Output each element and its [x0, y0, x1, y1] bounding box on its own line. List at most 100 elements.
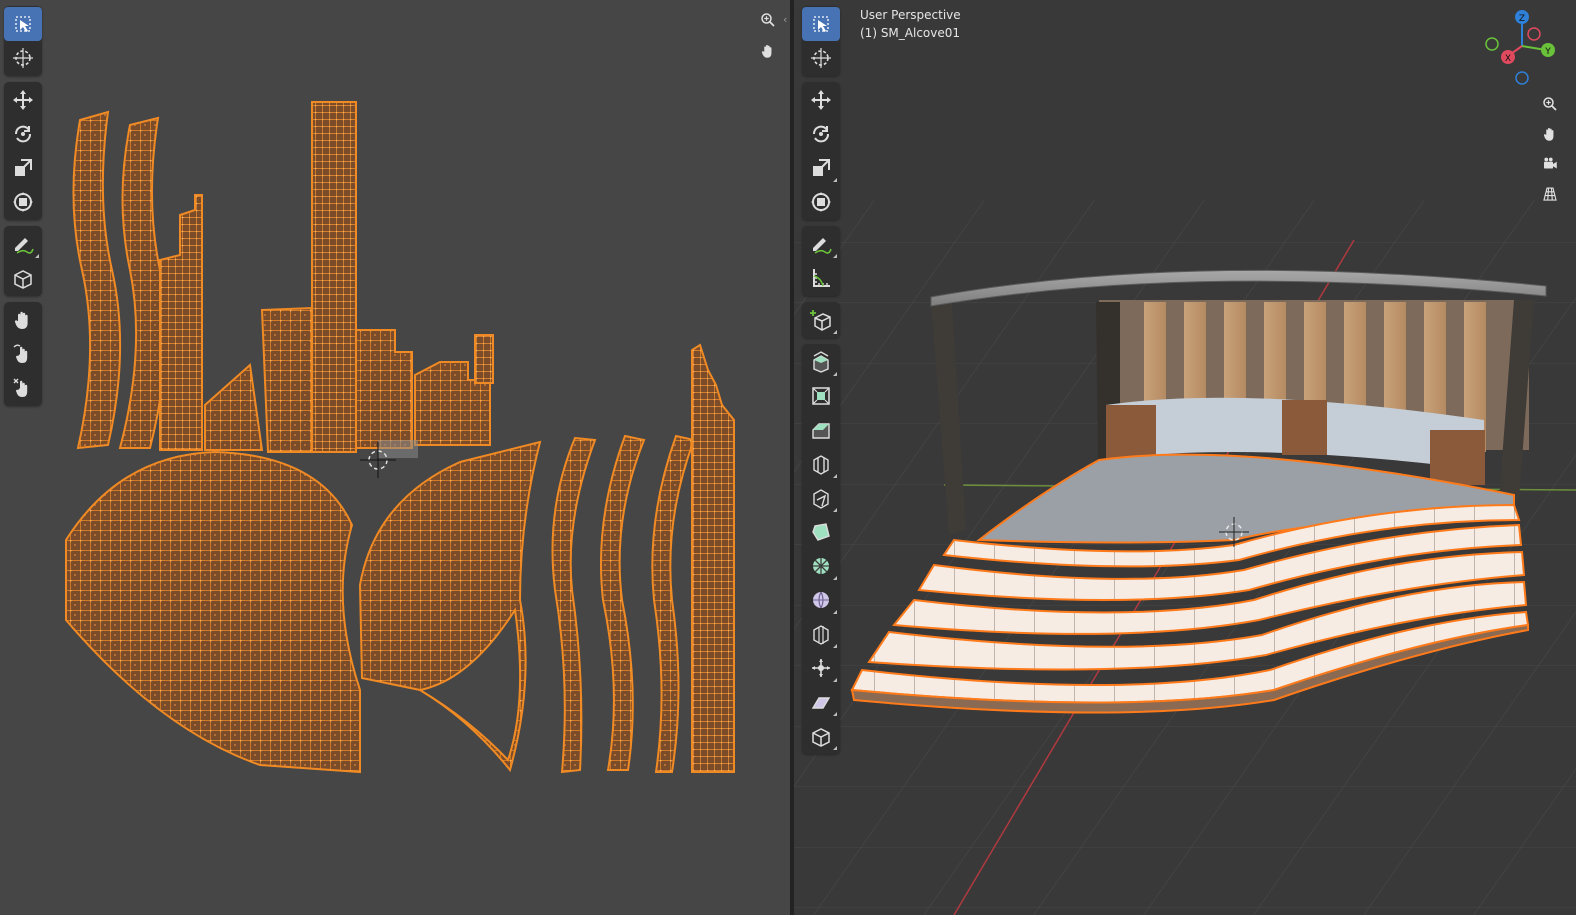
cursor-tool[interactable] — [802, 41, 840, 75]
more-tools-indicator — [833, 644, 837, 648]
relax-icon — [13, 344, 28, 363]
more-tools-indicator — [833, 712, 837, 716]
uv-island-strip — [72, 110, 122, 450]
zoom-view-button[interactable] — [1536, 90, 1564, 118]
pinch-tool[interactable] — [4, 371, 42, 405]
rotate-icon — [15, 125, 31, 143]
shrink-fatten-tool[interactable] — [802, 651, 840, 685]
svg-text:Z: Z — [1519, 14, 1525, 24]
spin-icon — [813, 558, 829, 574]
smooth-icon — [813, 591, 829, 609]
measure-icon — [813, 269, 830, 287]
extrude-region-tool[interactable] — [802, 345, 840, 379]
relax-tool[interactable] — [4, 337, 42, 371]
tool-group — [802, 302, 840, 338]
uv-island-strip — [599, 434, 646, 771]
bevel-tool[interactable] — [802, 413, 840, 447]
side-table — [1106, 405, 1156, 460]
tool-group — [4, 226, 42, 296]
rip-region-tool[interactable] — [4, 261, 42, 295]
more-tools-indicator — [833, 474, 837, 478]
more-tools-indicator — [35, 254, 39, 258]
shear-tool[interactable] — [802, 685, 840, 719]
ortho-toggle-button[interactable] — [1536, 180, 1564, 208]
smooth-tool[interactable] — [802, 583, 840, 617]
uv-island-large-fan — [65, 450, 361, 774]
transform-tool[interactable] — [4, 185, 42, 219]
knife-tool[interactable] — [802, 481, 840, 515]
inset-faces-tool[interactable] — [802, 379, 840, 413]
spin-tool[interactable] — [802, 549, 840, 583]
move-tool[interactable] — [802, 83, 840, 117]
select-box-tool[interactable] — [802, 7, 840, 41]
hand-icon — [1543, 127, 1554, 141]
uv-island-column — [311, 101, 357, 453]
scale-tool[interactable] — [4, 151, 42, 185]
zoom-view-button[interactable] — [754, 6, 782, 34]
move-tool[interactable] — [4, 83, 42, 117]
move-icon — [13, 90, 33, 110]
scale-icon — [15, 159, 32, 176]
transform-tool[interactable] — [802, 185, 840, 219]
svg-text:X: X — [1505, 54, 1511, 64]
tool-group — [4, 302, 42, 406]
measure-tool[interactable] — [802, 261, 840, 295]
tool-group — [4, 6, 42, 76]
hand-icon — [761, 44, 772, 58]
select-box-icon — [813, 16, 829, 32]
uv-toolbar — [4, 6, 42, 412]
annotate-tool[interactable] — [802, 227, 840, 261]
more-tools-indicator — [833, 610, 837, 614]
uv-island-small — [474, 334, 494, 384]
rotate-tool[interactable] — [4, 117, 42, 151]
3d-viewport-panel[interactable]: User Perspective (1) SM_Alcove01 Z Y X — [794, 0, 1576, 915]
select-box-tool[interactable] — [4, 7, 42, 41]
rip-region-tool[interactable] — [802, 719, 840, 753]
uv-island-strip — [118, 116, 167, 449]
add-cube-tool[interactable] — [802, 303, 840, 337]
pan-view-button[interactable] — [1536, 120, 1564, 148]
annotate-tool[interactable] — [4, 227, 42, 261]
viewport-canvas[interactable] — [794, 0, 1576, 915]
tool-group — [4, 82, 42, 220]
uv-island-steps — [691, 343, 735, 773]
zoom-icon — [1543, 97, 1557, 111]
loop-cut-icon — [813, 455, 829, 475]
more-tools-indicator — [833, 508, 837, 512]
tool-group — [802, 344, 840, 754]
cursor-tool[interactable] — [4, 41, 42, 75]
rotate-icon — [813, 125, 829, 143]
poly-build-tool[interactable] — [802, 515, 840, 549]
poly-build-icon — [812, 523, 830, 541]
uv-editor-panel[interactable]: ‹ — [0, 0, 790, 915]
pinch-icon — [13, 378, 28, 397]
uv-island-strip — [651, 434, 696, 773]
scale-tool[interactable] — [802, 151, 840, 185]
transform-icon — [811, 192, 831, 212]
tool-group — [802, 226, 840, 296]
side-table — [1282, 400, 1327, 455]
navigation-gizmo[interactable]: Z Y X — [1484, 6, 1564, 86]
edge-slide-tool[interactable] — [802, 617, 840, 651]
shrink-fatten-icon — [812, 659, 830, 677]
pan-view-button[interactable] — [754, 37, 782, 65]
loop-cut-tool[interactable] — [802, 447, 840, 481]
view-name-label: User Perspective — [860, 8, 961, 22]
uv-canvas[interactable] — [0, 0, 790, 915]
rotate-tool[interactable] — [802, 117, 840, 151]
grab-icon — [14, 311, 28, 329]
scale-icon — [813, 159, 830, 176]
more-tools-indicator — [833, 576, 837, 580]
extrude-icon — [813, 351, 829, 373]
cursor-icon — [13, 48, 33, 68]
camera-view-button[interactable] — [1536, 150, 1564, 178]
bevel-icon — [812, 423, 830, 439]
viewport-toolbar — [802, 6, 840, 760]
collapse-arrow-icon[interactable]: ‹ — [783, 13, 787, 26]
cursor-icon — [811, 48, 831, 68]
svg-text:Y: Y — [1544, 47, 1551, 57]
more-tools-indicator — [833, 372, 837, 376]
grab-tool[interactable] — [4, 303, 42, 337]
uv-island-block — [355, 329, 413, 449]
neg-x-icon — [1527, 27, 1541, 41]
